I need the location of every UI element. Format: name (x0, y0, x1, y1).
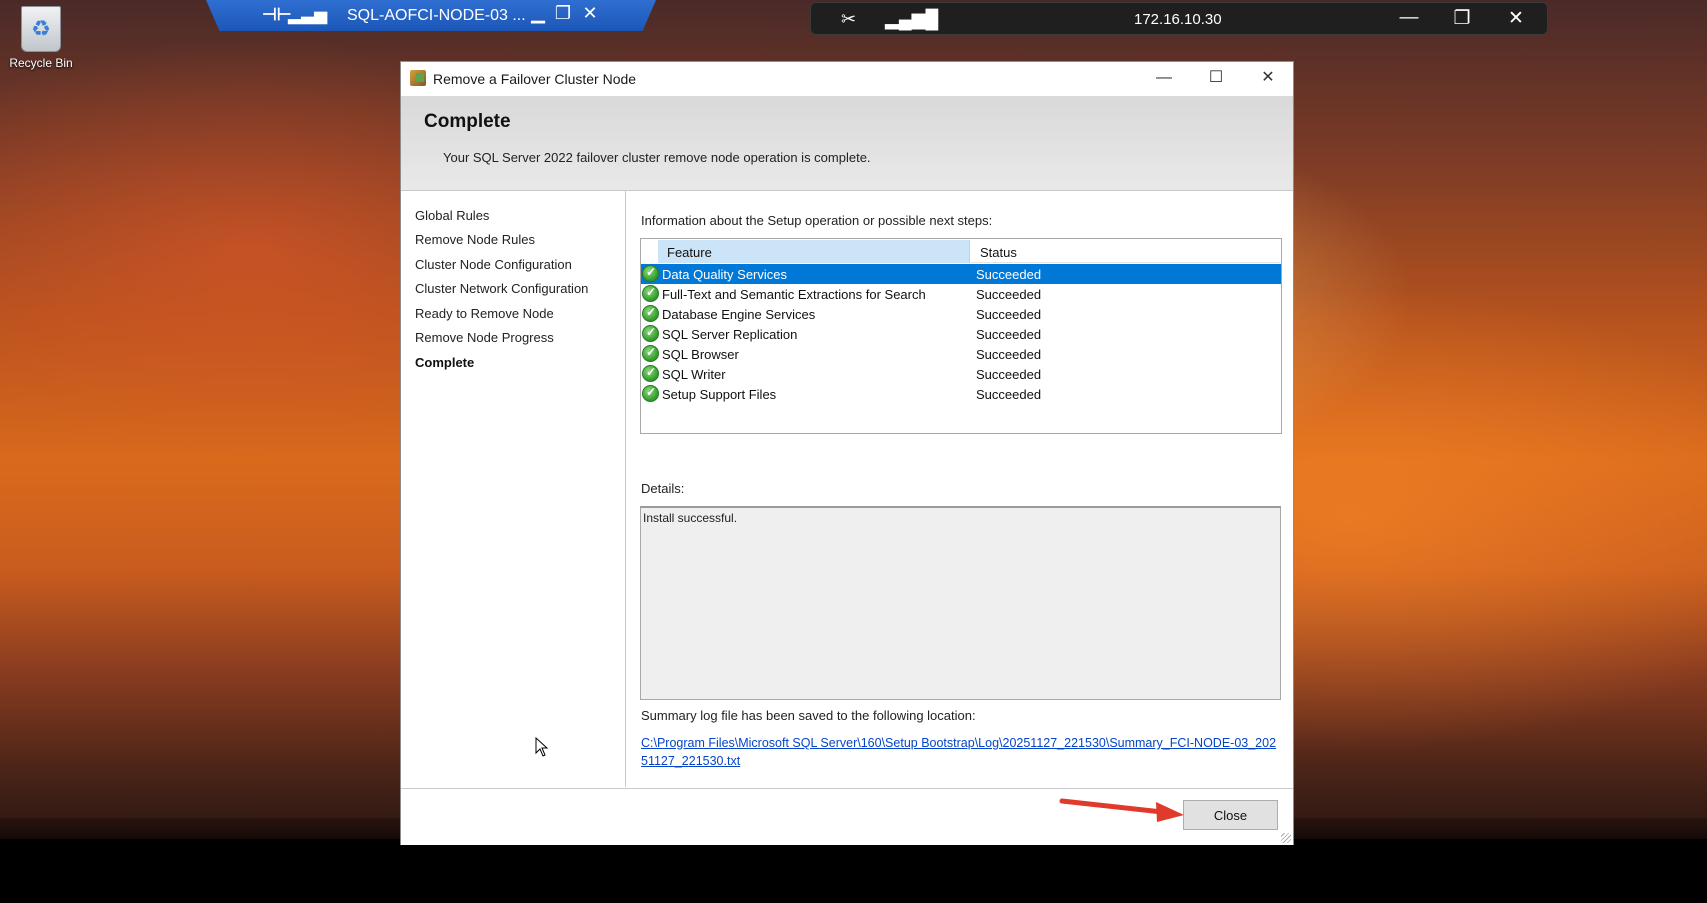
status-cell: Succeeded (976, 327, 1042, 342)
signal-icon[interactable]: ▂▃▅ (288, 5, 327, 25)
rdp-session-title: SQL-AOFCI-NODE-03 ... (347, 7, 526, 24)
status-cell: Succeeded (976, 367, 1042, 382)
recycle-bin-icon (21, 6, 61, 52)
table-row[interactable]: SQL Server Replication Succeeded (641, 324, 1281, 344)
status-cell: Succeeded (976, 267, 1042, 282)
success-check-icon (642, 305, 659, 322)
page-header: Complete Your SQL Server 2022 failover c… (401, 96, 1293, 191)
table-row[interactable]: Full-Text and Semantic Extractions for S… (641, 284, 1281, 304)
table-header: Feature Status (658, 240, 1280, 263)
info-label: Information about the Setup operation or… (641, 213, 993, 228)
summary-log-link[interactable]: C:\Program Files\Microsoft SQL Server\16… (641, 734, 1281, 770)
success-check-icon (642, 265, 659, 282)
feature-cell: SQL Browser (662, 347, 739, 362)
feature-cell: SQL Server Replication (662, 327, 798, 342)
status-cell: Succeeded (976, 287, 1042, 302)
feature-cell: Setup Support Files (662, 387, 777, 402)
table-row[interactable]: Database Engine Services Succeeded (641, 304, 1281, 324)
close-icon[interactable]: ✕ (579, 3, 601, 24)
table-row[interactable]: SQL Writer Succeeded (641, 364, 1281, 384)
connection-quality-icon[interactable]: ▂▄▆█ (885, 9, 938, 30)
maximize-icon[interactable]: ☐ (1196, 66, 1236, 90)
close-icon[interactable]: ✕ (1248, 66, 1288, 90)
close-button[interactable]: Close (1183, 800, 1278, 830)
nav-item-cluster-node-configuration[interactable]: Cluster Node Configuration (415, 257, 572, 272)
feature-cell: SQL Writer (662, 367, 726, 382)
success-check-icon (642, 345, 659, 362)
status-cell: Succeeded (976, 347, 1042, 362)
success-check-icon (642, 325, 659, 342)
remote-ip-address: 172.16.10.30 (1134, 11, 1222, 28)
status-cell: Succeeded (976, 307, 1042, 322)
close-icon[interactable]: ✕ (1503, 7, 1529, 30)
recycle-bin-shortcut[interactable]: Recycle Bin (4, 6, 78, 70)
main-panel: Information about the Setup operation or… (627, 191, 1294, 787)
wizard-steps-nav: Global Rules Remove Node Rules Cluster N… (401, 191, 626, 787)
dialog-title: Remove a Failover Cluster Node (433, 71, 637, 87)
table-row[interactable]: Data Quality Services Succeeded (641, 264, 1281, 284)
success-check-icon (642, 285, 659, 302)
nav-item-cluster-network-configuration[interactable]: Cluster Network Configuration (415, 281, 588, 296)
remote-desktop-bar: ✂ ▂▄▆█ 172.16.10.30 — ❐ ✕ (810, 2, 1548, 35)
mouse-cursor-icon (535, 737, 549, 757)
dialog-titlebar: Remove a Failover Cluster Node — ☐ ✕ (401, 62, 1293, 95)
nav-item-remove-node-rules[interactable]: Remove Node Rules (415, 232, 535, 247)
column-header-feature[interactable]: Feature (658, 240, 970, 263)
table-row[interactable]: SQL Browser Succeeded (641, 344, 1281, 364)
minimize-icon[interactable]: — (1144, 66, 1184, 90)
rdp-connection-bar: ⊣⊢ ▂▃▅ SQL-AOFCI-NODE-03 ... ▁ ❐ ✕ (206, 0, 656, 31)
success-check-icon (642, 365, 659, 382)
minimize-icon[interactable]: ▁ (527, 3, 549, 24)
details-label: Details: (641, 481, 685, 496)
setup-dialog: Remove a Failover Cluster Node — ☐ ✕ Com… (400, 61, 1294, 845)
feature-cell: Full-Text and Semantic Extractions for S… (662, 287, 926, 302)
table-row[interactable]: Setup Support Files Succeeded (641, 384, 1281, 404)
recycle-bin-label: Recycle Bin (9, 56, 73, 70)
restore-icon[interactable]: ❐ (552, 3, 574, 24)
nav-item-global-rules[interactable]: Global Rules (415, 208, 489, 223)
summary-log-label: Summary log file has been saved to the f… (641, 708, 976, 723)
status-cell: Succeeded (976, 387, 1042, 402)
restore-icon[interactable]: ❐ (1449, 7, 1475, 30)
nav-item-complete[interactable]: Complete (415, 355, 474, 370)
nav-item-ready-to-remove-node[interactable]: Ready to Remove Node (415, 306, 554, 321)
red-arrow-annotation (1059, 798, 1184, 822)
feature-cell: Data Quality Services (662, 267, 787, 282)
page-title: Complete (424, 111, 511, 132)
column-header-status[interactable]: Status (971, 240, 1280, 263)
details-textbox[interactable]: Install successful. (640, 506, 1281, 700)
minimize-icon[interactable]: — (1396, 7, 1422, 29)
sql-setup-icon (410, 70, 426, 86)
feature-cell: Database Engine Services (662, 307, 816, 322)
feature-status-table: Feature Status Data Quality Services Succ… (640, 238, 1282, 434)
page-subtitle: Your SQL Server 2022 failover cluster re… (443, 150, 871, 165)
nav-item-remove-node-progress[interactable]: Remove Node Progress (415, 330, 554, 345)
bottom-black-bar (0, 839, 1707, 903)
success-check-icon (642, 385, 659, 402)
unpin-icon[interactable]: ✂ (841, 9, 856, 30)
resize-grip[interactable] (1281, 833, 1291, 843)
